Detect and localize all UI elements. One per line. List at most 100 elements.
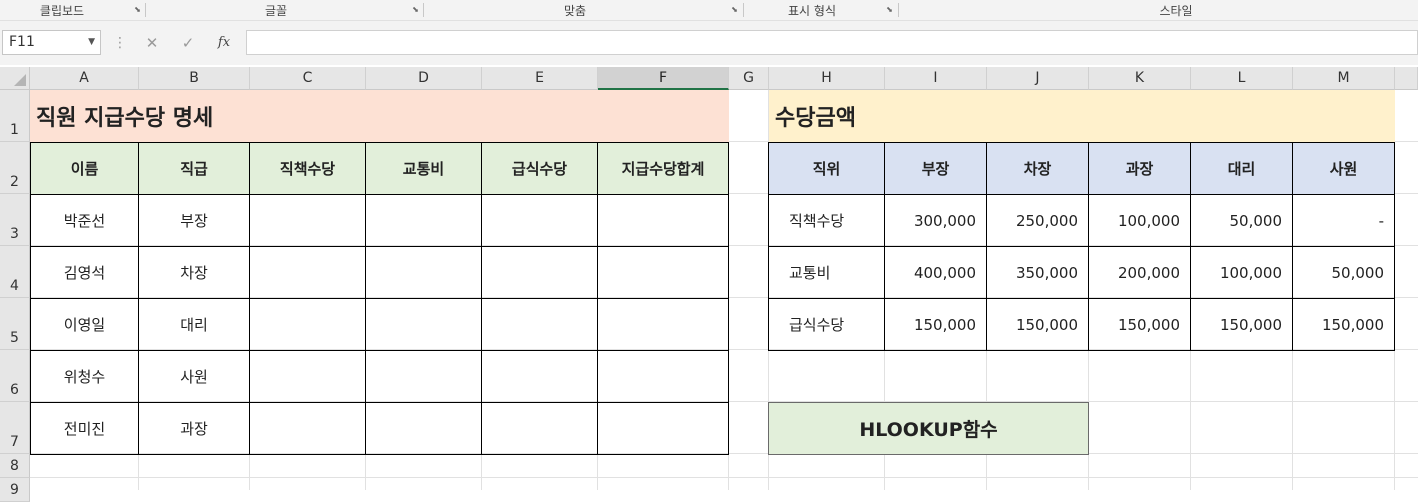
position-allowance-cell[interactable] [249, 402, 366, 455]
name-box[interactable]: F11 ▼ [2, 30, 101, 55]
insert-function-icon[interactable]: fx [213, 33, 235, 53]
right-header-rank[interactable]: 차장 [986, 142, 1089, 195]
meal-cell[interactable] [481, 402, 598, 455]
position-allowance-cell[interactable] [249, 194, 366, 247]
column-header-j[interactable]: J [987, 67, 1089, 90]
chevron-down-icon[interactable]: ▼ [88, 31, 95, 54]
row-header-3[interactable]: 3 [0, 194, 30, 246]
meal-cell[interactable] [481, 194, 598, 247]
left-header-total[interactable]: 지급수당합계 [597, 142, 729, 195]
allowance-type-cell[interactable]: 교통비 [768, 246, 885, 299]
row-header-5[interactable]: 5 [0, 298, 30, 350]
left-table-title[interactable]: 직원 지급수당 명세 [30, 90, 729, 142]
transport-cell[interactable] [365, 194, 482, 247]
allowance-amount-cell[interactable]: 100,000 [1190, 246, 1293, 299]
total-cell[interactable] [597, 298, 729, 351]
left-header-position-allowance[interactable]: 직책수당 [249, 142, 366, 195]
column-header-f[interactable]: F [598, 67, 729, 90]
transport-cell[interactable] [365, 246, 482, 299]
meal-cell[interactable] [481, 298, 598, 351]
column-header-b[interactable]: B [139, 67, 250, 90]
right-header-rank[interactable]: 대리 [1190, 142, 1293, 195]
allowance-amount-cell[interactable]: 250,000 [986, 194, 1089, 247]
row-header-7[interactable]: 7 [0, 402, 30, 454]
ribbon-group-number: 표시 형식 ⬊ [744, 0, 899, 20]
transport-cell[interactable] [365, 350, 482, 403]
allowance-amount-cell[interactable]: - [1292, 194, 1395, 247]
column-header-k[interactable]: K [1089, 67, 1191, 90]
number-launcher-icon[interactable]: ⬊ [885, 5, 894, 14]
allowance-amount-cell[interactable]: 150,000 [1190, 298, 1293, 351]
right-header-rank[interactable]: 과장 [1088, 142, 1191, 195]
position-allowance-cell[interactable] [249, 350, 366, 403]
column-header-m[interactable]: M [1293, 67, 1395, 90]
row-header-2[interactable]: 2 [0, 142, 30, 194]
employee-name-cell[interactable]: 김영석 [30, 246, 139, 299]
allowance-amount-cell[interactable]: 50,000 [1292, 246, 1395, 299]
cancel-icon[interactable]: ✕ [141, 33, 163, 53]
ribbon-group-styles: 스타일 [899, 0, 1418, 20]
row-header-4[interactable]: 4 [0, 246, 30, 298]
allowance-amount-cell[interactable]: 150,000 [986, 298, 1089, 351]
right-table-title[interactable]: 수당금액 [769, 90, 1395, 142]
enter-icon[interactable]: ✓ [177, 33, 199, 53]
column-header-d[interactable]: D [366, 67, 482, 90]
allowance-amount-cell[interactable]: 350,000 [986, 246, 1089, 299]
allowance-amount-cell[interactable]: 150,000 [1088, 298, 1191, 351]
employee-rank-cell[interactable]: 과장 [138, 402, 250, 455]
right-header-rank[interactable]: 부장 [884, 142, 987, 195]
employee-name-cell[interactable]: 이영일 [30, 298, 139, 351]
meal-cell[interactable] [481, 246, 598, 299]
meal-cell[interactable] [481, 350, 598, 403]
column-header-g[interactable]: G [729, 67, 769, 90]
employee-name-cell[interactable]: 박준선 [30, 194, 139, 247]
position-allowance-cell[interactable] [249, 246, 366, 299]
employee-name-cell[interactable]: 위청수 [30, 350, 139, 403]
allowance-amount-cell[interactable]: 200,000 [1088, 246, 1191, 299]
allowance-amount-cell[interactable]: 50,000 [1190, 194, 1293, 247]
row-header-9[interactable]: 9 [0, 478, 30, 502]
total-cell[interactable] [597, 350, 729, 403]
more-options-icon[interactable]: ⋮ [113, 35, 127, 51]
row-header-6[interactable]: 6 [0, 350, 30, 402]
allowance-amount-cell[interactable]: 150,000 [1292, 298, 1395, 351]
employee-rank-cell[interactable]: 부장 [138, 194, 250, 247]
allowance-type-cell[interactable]: 직책수당 [768, 194, 885, 247]
employee-rank-cell[interactable]: 사원 [138, 350, 250, 403]
row-header-8[interactable]: 8 [0, 454, 30, 478]
column-header-c[interactable]: C [250, 67, 366, 90]
employee-rank-cell[interactable]: 차장 [138, 246, 250, 299]
column-header-l[interactable]: L [1191, 67, 1293, 90]
total-cell[interactable] [597, 246, 729, 299]
employee-rank-cell[interactable]: 대리 [138, 298, 250, 351]
transport-cell[interactable] [365, 402, 482, 455]
select-all-button[interactable] [0, 67, 30, 90]
left-header-rank[interactable]: 직급 [138, 142, 250, 195]
column-header-i[interactable]: I [885, 67, 987, 90]
right-header-rank[interactable]: 사원 [1292, 142, 1395, 195]
total-cell[interactable] [597, 402, 729, 455]
position-allowance-cell[interactable] [249, 298, 366, 351]
left-header-transport[interactable]: 교통비 [365, 142, 482, 195]
right-header-position[interactable]: 직위 [768, 142, 885, 195]
left-header-meal[interactable]: 급식수당 [481, 142, 598, 195]
employee-name-cell[interactable]: 전미진 [30, 402, 139, 455]
alignment-launcher-icon[interactable]: ⬊ [730, 5, 739, 14]
column-header-n[interactable] [1395, 67, 1418, 90]
transport-cell[interactable] [365, 298, 482, 351]
column-header-a[interactable]: A [30, 67, 139, 90]
column-header-e[interactable]: E [482, 67, 598, 90]
allowance-amount-cell[interactable]: 300,000 [884, 194, 987, 247]
left-header-name[interactable]: 이름 [30, 142, 139, 195]
formula-input[interactable] [246, 30, 1418, 55]
total-cell[interactable] [597, 194, 729, 247]
row-header-1[interactable]: 1 [0, 90, 30, 142]
hlookup-label-cell[interactable]: HLOOKUP함수 [768, 402, 1089, 455]
allowance-amount-cell[interactable]: 400,000 [884, 246, 987, 299]
allowance-amount-cell[interactable]: 100,000 [1088, 194, 1191, 247]
allowance-amount-cell[interactable]: 150,000 [884, 298, 987, 351]
clipboard-launcher-icon[interactable]: ⬊ [133, 5, 142, 14]
allowance-type-cell[interactable]: 급식수당 [768, 298, 885, 351]
font-launcher-icon[interactable]: ⬊ [411, 5, 420, 14]
column-header-h[interactable]: H [769, 67, 885, 90]
